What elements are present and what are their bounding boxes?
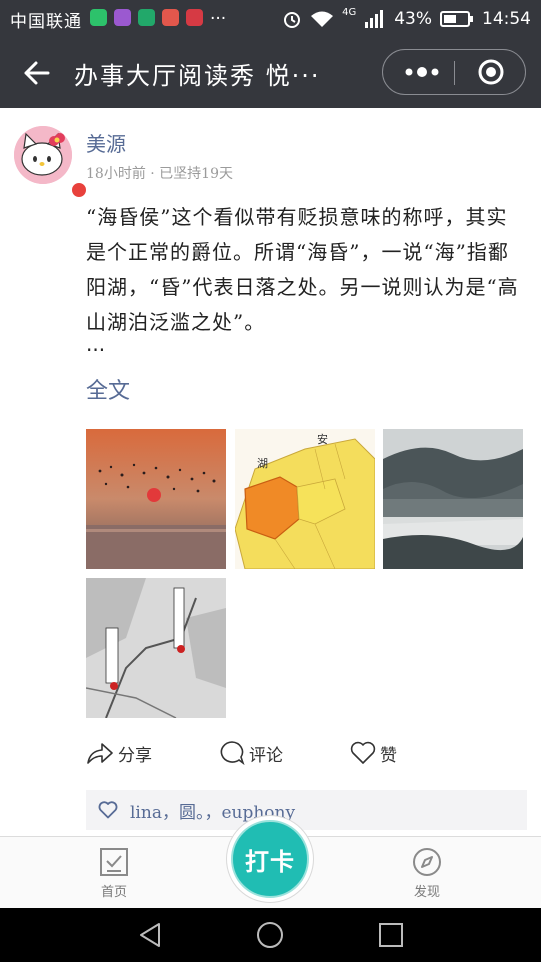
heart-outline-icon [98,801,118,819]
more-notifications-icon: ··· [210,9,227,29]
alarm-icon [284,12,301,28]
battery-percent: 43% [394,9,432,29]
photo-sunset-birds[interactable] [86,429,226,569]
back-arrow-icon[interactable] [22,58,52,88]
punch-in-button[interactable]: 打卡 [227,816,313,902]
clock-time: 14:54 [482,9,531,29]
avatar-badge-icon [70,181,88,199]
nav-recents-icon[interactable] [378,922,404,948]
tab-home[interactable]: 首页 [84,847,144,900]
likes-list: lina，圆。，euphony [86,790,527,830]
tab-discover[interactable]: 发现 [397,847,457,900]
photo-route-map[interactable] [86,578,226,718]
status-bar: 中国联通 ··· 4G 43% 14:54 [0,0,541,38]
map-label-province: 安 [317,432,328,446]
wifi-icon [311,11,334,27]
hello-kitty-avatar-image [14,126,72,184]
page-title: 办事大厅阅读秀 悦··· [74,62,321,90]
punch-in-label: 打卡 [231,820,309,898]
feed-content: 美源 18小时前 · 已坚持19天 “海昏侯”这个看似带有贬损意味的称呼，其实是… [0,108,541,836]
huawei-notification-icon [186,9,203,26]
carrier-name: 中国联通 [10,11,82,32]
title-bar: 办事大厅阅读秀 悦··· [0,38,541,108]
wechat-notification-icon [90,9,107,26]
share-label: 分享 [118,745,152,766]
tab-home-label: 首页 [100,885,127,900]
gallery-notification-icon [114,9,131,26]
post-actions: 分享 评论 赞 [86,736,526,770]
battery-icon [440,11,473,27]
capsule-divider [454,61,455,85]
full-text-link[interactable]: 全文 [86,373,130,405]
signal-icon [365,10,384,28]
system-nav-bar [0,908,541,962]
heart-icon [350,741,376,764]
video-notification-icon [138,9,155,26]
status-right: 4G 43% 14:54 [282,0,531,38]
post-text: “海昏侯”这个看似带有贬损意味的称呼，其实是个正常的爵位。所谓“海昏”，一说“海… [86,205,519,334]
share-button[interactable]: 分享 [86,736,152,770]
nav-home-icon[interactable] [256,921,284,949]
like-label: 赞 [380,745,397,766]
avatar[interactable] [14,126,88,199]
comment-label: 评论 [249,745,283,766]
tools-notification-icon [162,9,179,26]
like-button[interactable]: 赞 [350,736,397,770]
map-label-lake: 湖 [257,457,268,470]
miniprogram-capsule [382,49,526,95]
comment-button[interactable]: 评论 [219,736,283,770]
photo-province-map[interactable]: 安 湖 [235,429,375,569]
compass-icon [413,848,441,876]
checklist-icon [100,848,128,876]
post-username[interactable]: 美源 [86,128,126,157]
network-type: 4G [342,6,357,18]
close-miniprogram-icon[interactable] [477,58,505,86]
tab-discover-label: 发现 [413,885,440,900]
notification-icons: ··· [90,9,226,29]
nav-back-icon[interactable] [137,922,163,948]
post-meta: 18小时前 · 已坚持19天 [86,166,233,182]
share-icon [87,743,113,764]
more-options-icon[interactable] [403,63,441,81]
post-ellipsis: ··· [86,338,106,362]
photo-misty-mountains[interactable] [383,429,523,569]
comment-icon [220,741,245,766]
